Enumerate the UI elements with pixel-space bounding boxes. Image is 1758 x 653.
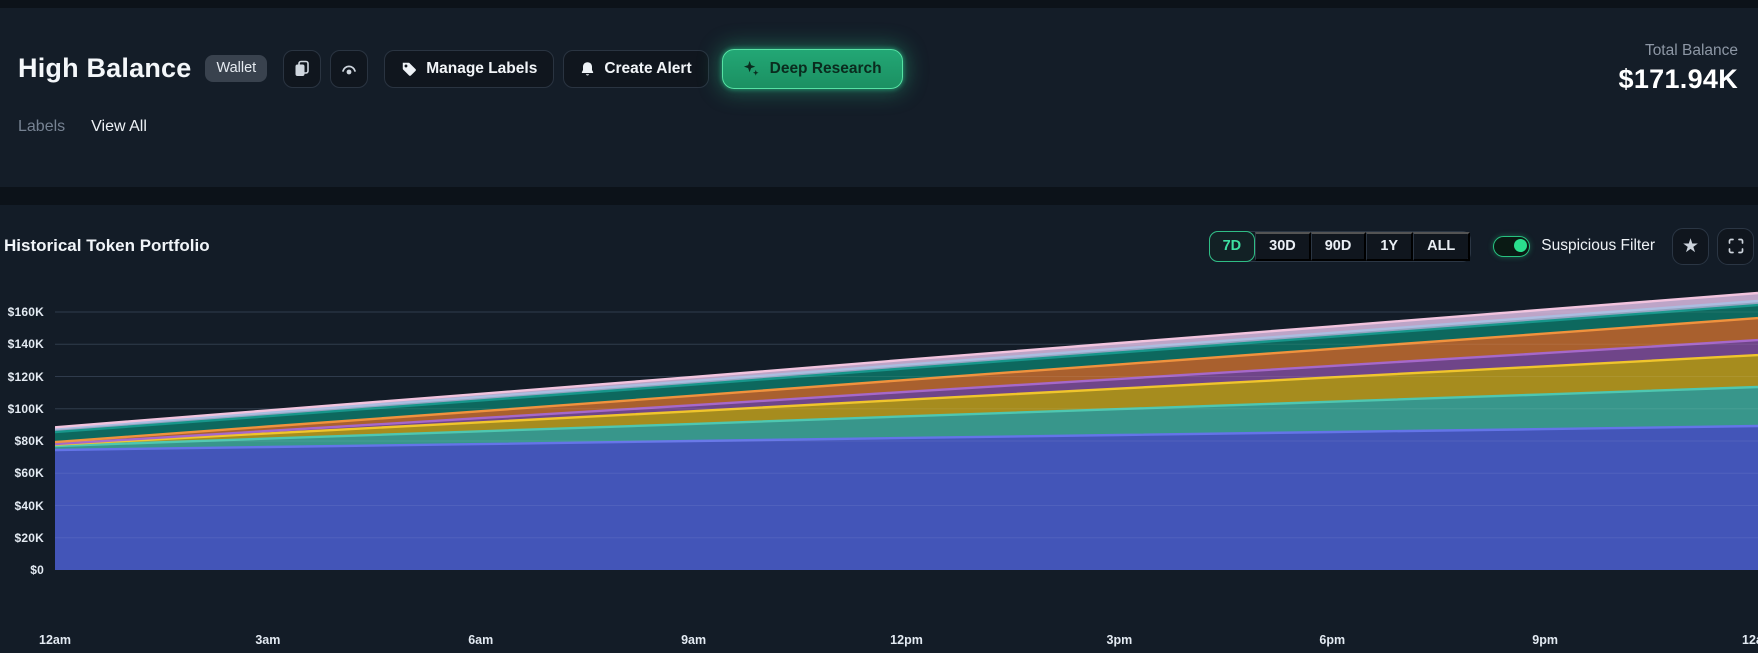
xtick-4-12pm: 12pm	[890, 633, 923, 647]
xtick-7-9pm: 9pm	[1532, 633, 1558, 647]
watch-wallet-button[interactable]	[330, 50, 368, 88]
manage-labels-label: Manage Labels	[426, 60, 537, 78]
xtick-3-9am: 9am	[681, 633, 706, 647]
xtick-5-3pm: 3pm	[1107, 633, 1133, 647]
stacked-area-plot[interactable]	[55, 260, 1758, 570]
labels-row: Labels View All	[18, 118, 147, 136]
x-axis: 12am 3am 6am 9am 12pm 3pm 6pm 9pm 12am	[0, 633, 1758, 651]
xtick-8-12am: 12am	[1742, 633, 1758, 647]
ytick-40k: $40K	[0, 499, 44, 513]
range-90d[interactable]: 90D	[1311, 232, 1367, 261]
deep-research-button[interactable]: Deep Research	[722, 49, 903, 89]
suspicious-filter-toggle-wrap[interactable]: Suspicious Filter	[1493, 236, 1655, 257]
favorite-chart-button[interactable]: ★	[1672, 228, 1709, 265]
header-row: High Balance Wallet	[18, 42, 1738, 95]
ytick-60k: $60K	[0, 466, 44, 480]
toggle-knob	[1514, 239, 1528, 253]
view-all-link[interactable]: View All	[91, 118, 147, 136]
wallet-dashboard: High Balance Wallet	[0, 0, 1758, 653]
range-30d[interactable]: 30D	[1255, 232, 1311, 261]
ytick-120k: $120K	[0, 370, 44, 384]
range-all[interactable]: ALL	[1413, 232, 1470, 261]
suspicious-filter-label: Suspicious Filter	[1541, 237, 1655, 255]
total-balance-label: Total Balance	[1619, 42, 1739, 60]
bell-icon	[580, 61, 595, 77]
tag-icon	[401, 61, 417, 77]
xtick-0-12am: 12am	[39, 633, 71, 647]
historical-portfolio-panel: Historical Token Portfolio 7D30D90D1YALL…	[0, 205, 1758, 653]
copy-address-button[interactable]	[283, 50, 321, 88]
labels-caption: Labels	[18, 118, 65, 136]
star-icon: ★	[1682, 237, 1699, 256]
range-7d[interactable]: 7D	[1209, 231, 1256, 262]
copy-icon	[294, 60, 310, 77]
manage-labels-button[interactable]: Manage Labels	[384, 50, 554, 88]
wallet-header: High Balance Wallet	[0, 8, 1758, 187]
xtick-6-6pm: 6pm	[1319, 633, 1345, 647]
suspicious-filter-toggle[interactable]	[1493, 236, 1530, 257]
fullscreen-button[interactable]	[1717, 228, 1754, 265]
xtick-1-3am: 3am	[255, 633, 280, 647]
range-1y[interactable]: 1Y	[1366, 232, 1413, 261]
total-balance: Total Balance $171.94K	[1619, 42, 1739, 95]
sparkles-icon	[743, 60, 760, 77]
ytick-100k: $100K	[0, 402, 44, 416]
create-alert-label: Create Alert	[604, 60, 691, 78]
ytick-80k: $80K	[0, 434, 44, 448]
portfolio-area-chart[interactable]: $0$20K$40K$60K$80K$100K$120K$140K$160K 1…	[0, 260, 1758, 570]
fullscreen-icon	[1728, 238, 1744, 254]
total-balance-value: $171.94K	[1619, 64, 1739, 95]
time-range-selector: 7D30D90D1YALL	[1209, 231, 1472, 262]
ytick-0: $0	[0, 563, 44, 577]
wallet-type-badge: Wallet	[205, 55, 267, 82]
ytick-140k: $140K	[0, 337, 44, 351]
create-alert-button[interactable]: Create Alert	[563, 50, 708, 88]
page-title: High Balance	[18, 53, 191, 84]
ytick-20k: $20K	[0, 531, 44, 545]
watch-eye-icon	[340, 61, 358, 77]
portfolio-title: Historical Token Portfolio	[4, 236, 210, 256]
deep-research-label: Deep Research	[770, 60, 882, 78]
ytick-160k: $160K	[0, 305, 44, 319]
xtick-2-6am: 6am	[468, 633, 493, 647]
